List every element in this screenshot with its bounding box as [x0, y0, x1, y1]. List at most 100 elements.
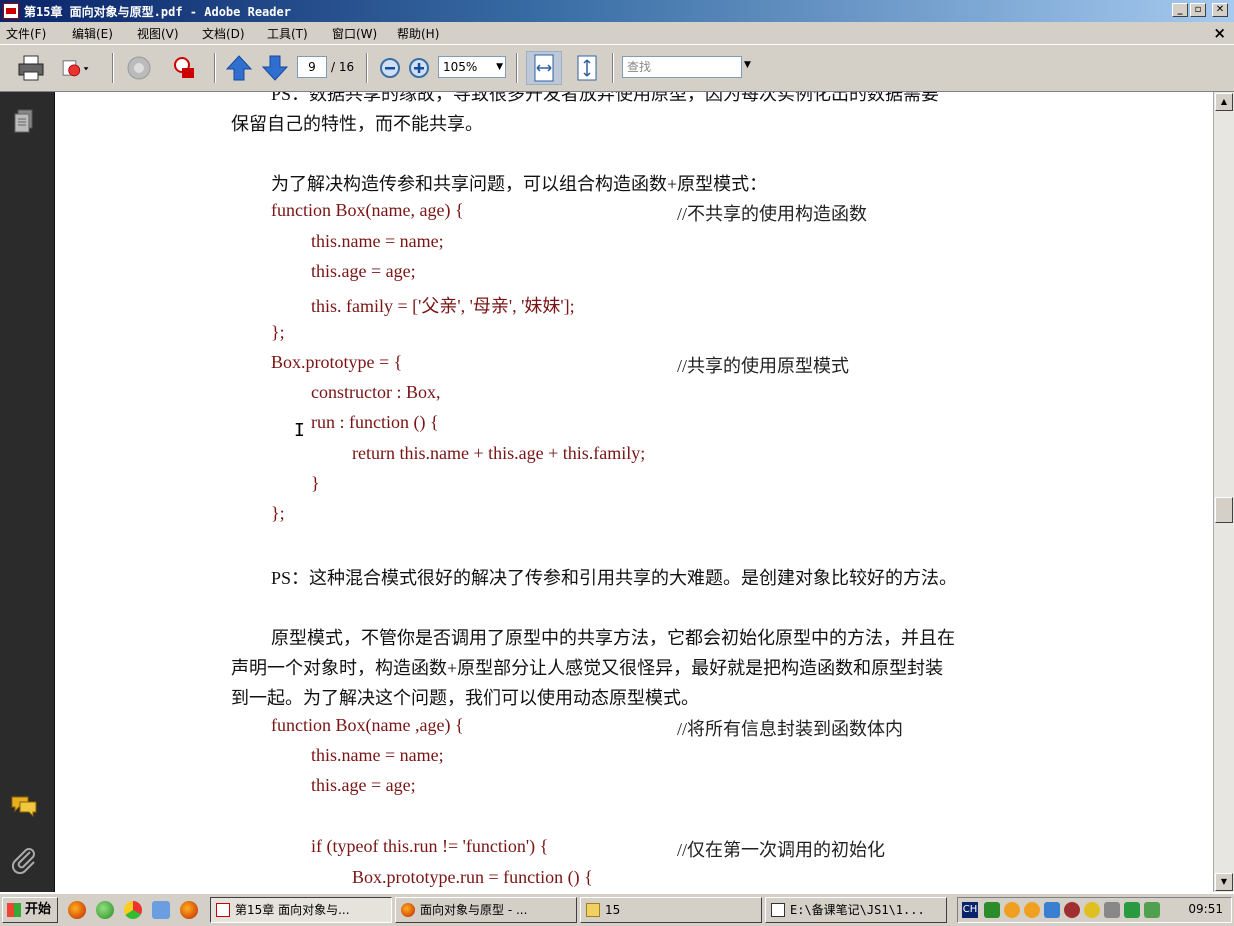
code-line: }; [271, 503, 285, 523]
adobe-reader-icon [3, 3, 19, 19]
code-comment: //不共享的使用构造函数 [677, 204, 868, 224]
tray-app-icon[interactable] [984, 902, 1000, 918]
menu-help[interactable]: 帮助(H) [397, 25, 439, 42]
text-cursor-icon: I [294, 420, 305, 441]
zoom-out-icon[interactable] [375, 53, 405, 83]
chevron-down-icon: ▼ [496, 62, 503, 72]
chevron-down-icon[interactable]: ▼ [744, 60, 751, 70]
page-total: / 16 [331, 60, 355, 74]
code-line: if (typeof this.run != 'function') { [311, 836, 549, 856]
page-number-input[interactable]: 9 [297, 56, 327, 78]
menu-edit[interactable]: 编辑(E) [72, 25, 113, 42]
code-line: return this.name + this.age + this.famil… [352, 443, 646, 463]
doc-text-line: 声明一个对象时，构造函数+原型部分让人感觉又很怪异，最好就是把构造函数和原型封装 [231, 658, 944, 678]
code-line: Box.prototype = { [271, 352, 403, 372]
menu-document[interactable]: 文档(D) [202, 25, 245, 42]
code-comment: //共享的使用原型模式 [677, 356, 850, 376]
toolbar-separator [516, 53, 518, 83]
folder-icon [586, 903, 600, 917]
scroll-down-button[interactable]: ▼ [1215, 873, 1233, 891]
scroll-thumb[interactable] [1215, 497, 1233, 523]
code-line: this.age = age; [311, 261, 416, 281]
ie-icon[interactable] [152, 901, 170, 919]
menu-tools[interactable]: 工具(T) [267, 25, 308, 42]
firefox-icon[interactable] [180, 901, 198, 919]
code-line: this.name = name; [311, 231, 444, 251]
next-page-icon[interactable] [260, 53, 290, 83]
shield-icon[interactable] [1124, 902, 1140, 918]
comments-icon[interactable] [10, 794, 38, 818]
print-icon[interactable] [16, 53, 46, 83]
vertical-scrollbar[interactable]: ▲ ▼ [1213, 92, 1234, 892]
code-line: run : function () { [311, 412, 439, 432]
minimize-button[interactable]: _ [1172, 3, 1188, 17]
toolbar-separator [366, 53, 368, 83]
toolbar-separator [112, 53, 114, 83]
navigation-panel [0, 92, 55, 892]
windows-logo-icon [7, 903, 21, 917]
tray-app-icon[interactable] [1104, 902, 1120, 918]
doc-text-line: 保留自己的特性，而不能共享。 [231, 114, 483, 134]
clock[interactable]: 09:51 [1188, 902, 1223, 916]
task-label: 15 [605, 903, 621, 917]
menu-bar: 文件(F) 编辑(E) 视图(V) 文档(D) 工具(T) 窗口(W) 帮助(H… [0, 22, 1234, 44]
task-adobe-reader[interactable]: 第15章 面向对象与... [210, 897, 392, 923]
ime-indicator[interactable]: CH [962, 902, 978, 918]
share-icon[interactable] [60, 53, 90, 83]
collaborate-icon[interactable] [124, 53, 154, 83]
document-view[interactable]: PS：数据共享的缘故，导致很多开发者放弃使用原型，因为每次实例化出的数据需要 保… [55, 92, 1213, 892]
pdf-icon [216, 903, 230, 917]
close-button[interactable]: ✕ [1212, 3, 1228, 17]
security-tray-icon[interactable] [1084, 902, 1100, 918]
system-tray: CH 09:51 [957, 897, 1232, 923]
document-close-button[interactable]: × [1213, 24, 1226, 42]
doc-text-line: 为了解决构造传参和共享问题，可以组合构造函数+原型模式： [271, 174, 768, 194]
start-button[interactable]: 开始 [2, 897, 58, 923]
task-folder[interactable]: 15 [580, 897, 762, 923]
pages-icon[interactable] [12, 108, 36, 136]
toolbar: 9 / 16 105% ▼ 查找 ▼ [0, 44, 1234, 92]
security-icon[interactable] [170, 53, 200, 83]
title-bar: 第15章 面向对象与原型.pdf - Adobe Reader _ ▫ ✕ [0, 0, 1234, 22]
browser-icon[interactable] [96, 901, 114, 919]
notepad-icon [771, 903, 785, 917]
code-line: function Box(name ,age) { [271, 715, 464, 735]
qq-icon[interactable] [1024, 902, 1040, 918]
fit-width-icon[interactable] [526, 51, 562, 85]
find-input[interactable]: 查找 [622, 56, 742, 78]
toolbar-separator [612, 53, 614, 83]
code-line: this.age = age; [311, 775, 416, 795]
taskbar: 开始 第15章 面向对象与... 面向对象与原型 - ... 15 E:\备课笔… [0, 892, 1234, 926]
start-label: 开始 [25, 902, 52, 917]
qq-icon[interactable] [1004, 902, 1020, 918]
menu-file[interactable]: 文件(F) [6, 25, 46, 42]
chrome-icon[interactable] [124, 901, 142, 919]
task-label: 第15章 面向对象与... [235, 903, 350, 917]
toolbar-separator [214, 53, 216, 83]
task-browser[interactable]: 面向对象与原型 - ... [395, 897, 577, 923]
scroll-up-button[interactable]: ▲ [1215, 93, 1233, 111]
window-title: 第15章 面向对象与原型.pdf - Adobe Reader [24, 5, 291, 19]
doc-text-line: 原型模式，不管你是否调用了原型中的共享方法，它都会初始化原型中的方法，并且在 [271, 628, 955, 648]
code-comment: //将所有信息封装到函数体内 [677, 719, 904, 739]
zoom-in-icon[interactable] [404, 53, 434, 83]
network-icon[interactable] [1044, 902, 1060, 918]
task-notepad[interactable]: E:\备课笔记\JS1\1... [765, 897, 947, 923]
tray-app-icon[interactable] [1064, 902, 1080, 918]
doc-text-line: 到一起。为了解决这个问题，我们可以使用动态原型模式。 [231, 688, 699, 708]
firefox-icon[interactable] [68, 901, 86, 919]
code-line: this. family = ['父亲', '母亲', '妹妹']; [311, 296, 575, 316]
code-line: }; [271, 322, 285, 342]
code-line: } [311, 473, 320, 493]
fit-page-icon[interactable] [572, 53, 602, 83]
previous-page-icon[interactable] [224, 53, 254, 83]
code-line: function Box(name, age) { [271, 200, 464, 220]
tray-app-icon[interactable] [1144, 902, 1160, 918]
zoom-level-select[interactable]: 105% ▼ [438, 56, 506, 78]
attachments-icon[interactable] [10, 846, 38, 874]
code-line: constructor : Box, [311, 382, 441, 402]
menu-view[interactable]: 视图(V) [137, 25, 179, 42]
menu-window[interactable]: 窗口(W) [332, 25, 377, 42]
restore-button[interactable]: ▫ [1190, 3, 1206, 17]
zoom-level-value: 105% [443, 60, 478, 74]
